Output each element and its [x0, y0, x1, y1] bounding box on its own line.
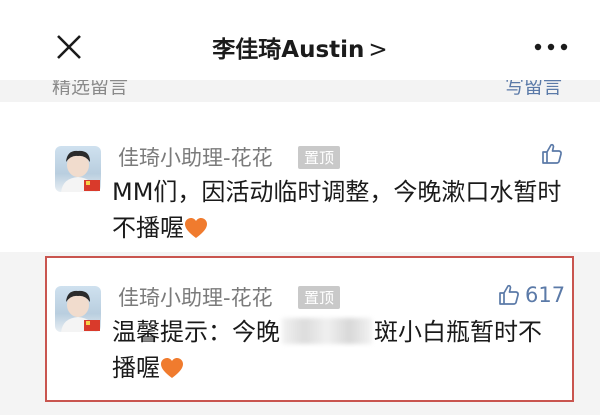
- like-button[interactable]: [540, 142, 564, 166]
- comment-text-content: MM们，因活动临时调整，今晚漱口水暂时不播喔: [112, 178, 562, 242]
- featured-comments-label: 精选留言: [52, 80, 129, 98]
- account-title[interactable]: 李佳琦Austin >: [0, 30, 600, 64]
- comment-author[interactable]: 佳琦小助理-花花: [118, 282, 273, 312]
- pinned-badge: 置顶: [298, 286, 341, 309]
- comments-section-header: 精选留言 写留言: [0, 80, 600, 102]
- write-comment-link[interactable]: 写留言: [505, 80, 562, 99]
- thumbs-up-icon: [542, 143, 562, 164]
- like-button[interactable]: 617: [497, 283, 565, 307]
- flag-icon: [84, 320, 100, 331]
- flag-icon: [84, 180, 100, 191]
- thumbs-up-icon: [499, 284, 519, 305]
- top-bar: 李佳琦Austin >: [0, 0, 600, 80]
- comment-item-highlighted: 佳琦小助理-花花 置顶 617 温馨提示：今晚 斑小白瓶暂时不播喔: [0, 252, 600, 415]
- more-icon[interactable]: [534, 43, 568, 51]
- like-count: 617: [525, 283, 566, 307]
- orange-heart-icon: [161, 358, 183, 378]
- pinned-badge: 置顶: [298, 146, 341, 169]
- comment-text: 温馨提示：今晚 斑小白瓶暂时不播喔: [112, 314, 562, 386]
- comment-author[interactable]: 佳琦小助理-花花: [118, 142, 273, 172]
- comment-item: 佳琦小助理-花花 置顶 MM们，因活动临时调整，今晚漱口水暂时不播喔: [0, 102, 600, 252]
- comment-text-start: 温馨提示：今晚: [112, 318, 280, 346]
- comment-text: MM们，因活动临时调整，今晚漱口水暂时不播喔: [112, 174, 562, 246]
- redacted-blur: [282, 318, 372, 344]
- account-name: 李佳琦Austin: [212, 37, 365, 63]
- orange-heart-icon: [185, 218, 207, 238]
- chevron-right-icon: >: [368, 37, 388, 63]
